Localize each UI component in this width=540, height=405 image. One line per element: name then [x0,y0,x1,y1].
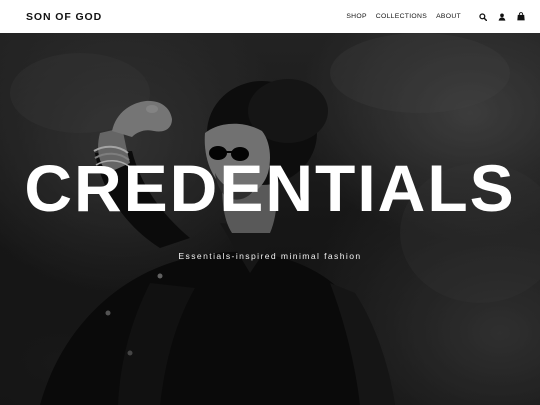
cart-icon[interactable] [516,12,526,22]
header-icons [478,12,526,22]
site-header: SON OF GOD SHOP COLLECTIONS ABOUT [0,0,540,33]
hero-title: CREDENTIALS [24,151,516,225]
main-nav: SHOP COLLECTIONS ABOUT [346,13,461,20]
site-logo[interactable]: SON OF GOD [26,11,102,23]
nav-link-collections[interactable]: COLLECTIONS [376,13,427,20]
hero-subtitle: Essentials-inspired minimal fashion [178,251,362,261]
search-icon[interactable] [478,12,488,22]
hero-banner[interactable]: CREDENTIALS Essentials-inspired minimal … [0,33,540,405]
nav-link-about[interactable]: ABOUT [436,13,461,20]
nav-link-shop[interactable]: SHOP [346,13,366,20]
account-icon[interactable] [497,12,507,22]
